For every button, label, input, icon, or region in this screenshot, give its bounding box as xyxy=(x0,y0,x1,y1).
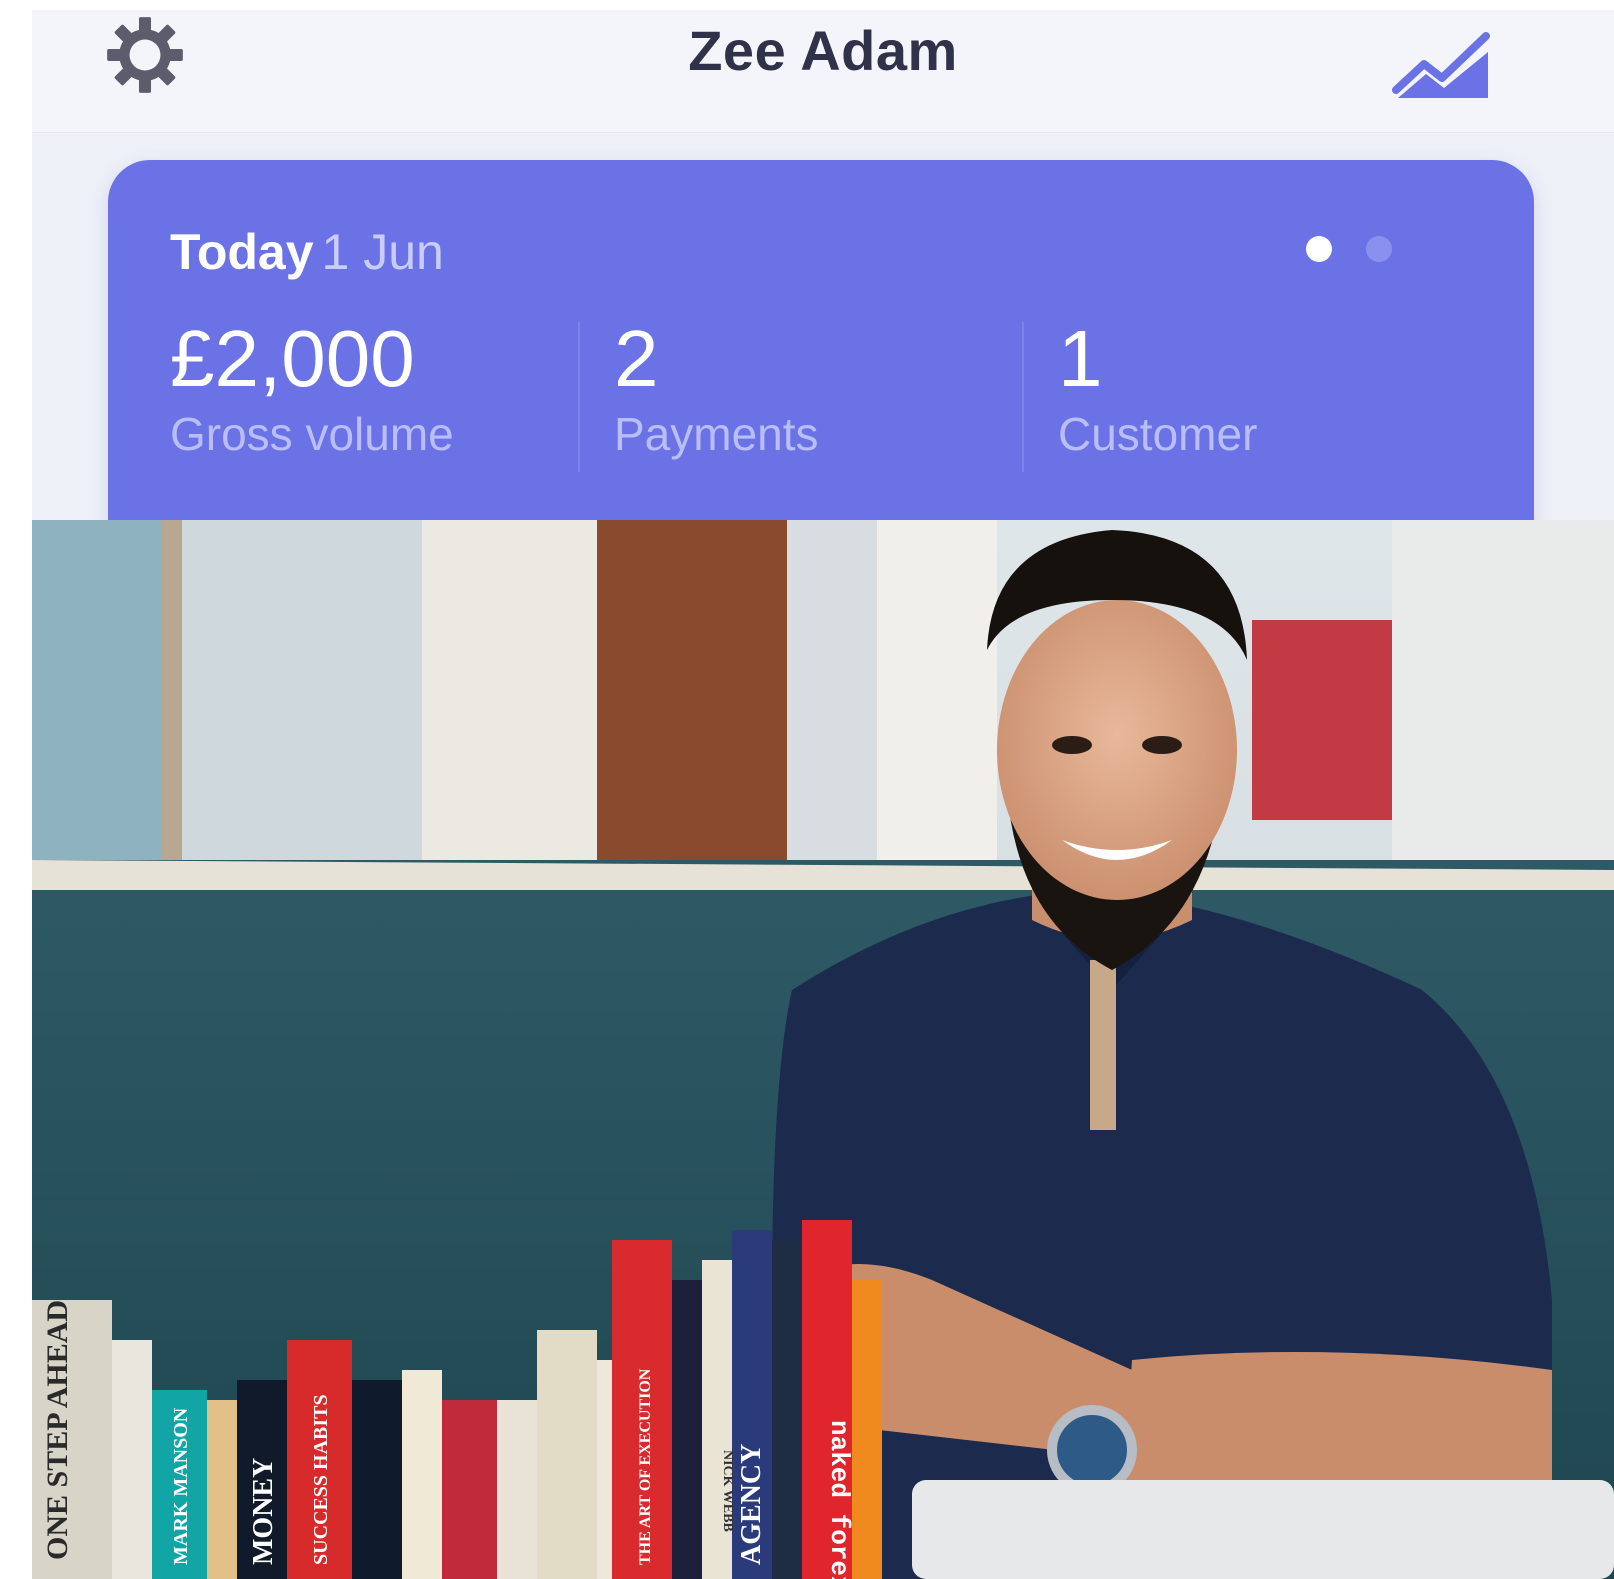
book-title: naked forex xyxy=(824,1420,854,1579)
page-dot-active[interactable] xyxy=(1306,236,1332,262)
book-title: SUCCESS HABITS xyxy=(310,1394,332,1565)
stat-divider xyxy=(578,322,580,472)
profile-photo: ONE STEP AHEAD MARK MANSON MONEY SUCCESS… xyxy=(32,520,1614,1579)
page-title: Zee Adam xyxy=(688,19,958,82)
stat-value: 2 xyxy=(614,314,659,403)
stat-customers: 1 Customer xyxy=(1058,314,1257,464)
stat-gross-volume: £2,000 Gross volume xyxy=(170,314,454,464)
stat-label: Payments xyxy=(614,408,819,460)
page-dot[interactable] xyxy=(1366,236,1392,262)
stat-payments: 2 Payments xyxy=(614,314,819,464)
trend-chart-icon[interactable] xyxy=(1390,32,1494,98)
app-screen: Zee Adam Today 1 Jun £2,000 Gross volume … xyxy=(32,10,1614,1579)
stat-divider xyxy=(1022,322,1024,472)
book-title: ONE STEP AHEAD xyxy=(41,1300,74,1560)
summary-period: Today 1 Jun xyxy=(170,222,444,282)
top-bar: Zee Adam xyxy=(32,10,1614,133)
period-label: Today xyxy=(170,224,314,280)
stat-value: 1 xyxy=(1058,314,1103,403)
book-title: THE ART OF EXECUTION xyxy=(637,1368,654,1565)
page-indicator[interactable] xyxy=(1306,236,1396,266)
summary-card[interactable]: Today 1 Jun £2,000 Gross volume 2 Payment… xyxy=(108,160,1534,560)
book-title: NICK WEBB xyxy=(720,1450,735,1532)
book-title: MONEY xyxy=(248,1458,279,1565)
stat-label: Customer xyxy=(1058,408,1258,460)
period-date: 1 Jun xyxy=(321,224,444,280)
stat-label: Gross volume xyxy=(170,408,454,460)
book-title: MARK MANSON xyxy=(170,1407,192,1565)
stat-value: £2,000 xyxy=(170,314,415,403)
book-title: AGENCY xyxy=(736,1444,767,1565)
